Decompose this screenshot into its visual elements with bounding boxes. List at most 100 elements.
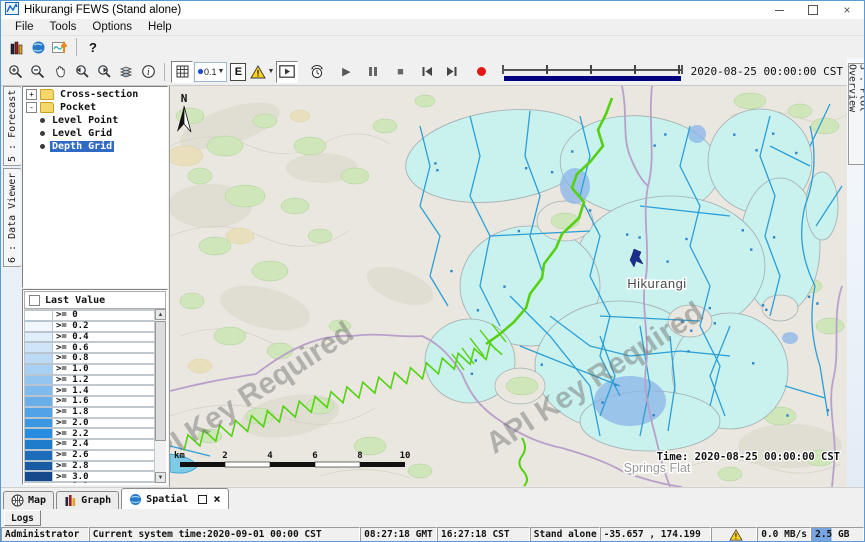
collapse-icon[interactable]: - [26, 102, 37, 113]
svg-text:2: 2 [222, 451, 227, 461]
legend-row[interactable]: >= 2.6 [24, 450, 155, 461]
legend-row[interactable]: >= 0 [24, 310, 155, 321]
logs-button[interactable]: Logs [4, 510, 41, 526]
menu-file[interactable]: File [7, 21, 42, 33]
map-globe-icon [11, 494, 24, 507]
legend-row[interactable]: >= 0.6 [24, 342, 155, 353]
folder-icon [40, 102, 54, 113]
tab-map[interactable]: Map [3, 491, 54, 509]
legend-row[interactable]: >= 0.8 [24, 353, 155, 364]
help-icon[interactable]: ? [83, 37, 103, 57]
menu-tools[interactable]: Tools [42, 21, 85, 33]
zoom-in-icon[interactable] [6, 62, 26, 82]
info-icon[interactable]: i [138, 62, 158, 82]
tab-plot-overview[interactable]: 3 : Plot Overview [848, 63, 865, 165]
data-viewer-panel: + Cross-section - Pocket Level Point Lev… [21, 86, 169, 487]
timeline-range-bar[interactable] [504, 76, 680, 81]
zoom-next-icon[interactable] [94, 62, 114, 82]
play-icon[interactable]: ▶ [336, 62, 356, 82]
warning-icon[interactable]: ! ▼ [250, 62, 274, 82]
time-control-icon[interactable] [307, 62, 327, 82]
layers-icon[interactable] [116, 62, 136, 82]
legend-row[interactable]: >= 1.8 [24, 407, 155, 418]
title-bar: Hikurangi FEWS (Stand alone) × [1, 1, 864, 20]
tab-graph[interactable]: Graph [56, 491, 119, 509]
legend-row[interactable]: >= 0.4 [24, 332, 155, 343]
legend-row[interactable]: >= 1.6 [24, 396, 155, 407]
zoom-out-icon[interactable] [28, 62, 48, 82]
legend-icon[interactable]: E [228, 62, 248, 82]
globe-icon[interactable] [28, 37, 48, 57]
zoom-previous-icon[interactable] [72, 62, 92, 82]
tree-item-level-point[interactable]: Level Point [26, 114, 167, 126]
close-button[interactable]: × [830, 1, 864, 19]
label-springs-flat: Springs Flat [624, 461, 691, 475]
graph-bars-icon [64, 494, 77, 507]
status-local-time: 16:27:18 CST [437, 527, 530, 542]
svg-text:!: ! [257, 68, 260, 78]
legend-row[interactable]: >= 3.0 [24, 471, 155, 482]
map-time-label: Time: 2020-08-25 00:00:00 CST [657, 451, 840, 463]
app-icon [5, 2, 19, 18]
spatial-display-icon[interactable] [50, 37, 70, 57]
status-system-time: Current system time:2020-09-01 00:00 CST [89, 527, 360, 542]
grid-icon[interactable] [171, 61, 193, 83]
legend-row[interactable]: >= 1.2 [24, 375, 155, 386]
timeline-slider[interactable] [502, 62, 682, 82]
left-tab-strip: 5 : Forecast 6 : Data Viewer [1, 86, 21, 487]
right-tab-strip: 3 : Plot Overview [847, 58, 865, 487]
legend-row[interactable]: >= 3.2 [24, 482, 155, 483]
contour-label-icon[interactable]: 0.1 ▼ [194, 62, 227, 82]
legend-list: >= 0 >= 0.2 >= 0.4 >= 0.6 >= 0.8 >= 1.0 … [24, 309, 155, 483]
menu-help[interactable]: Help [140, 21, 180, 33]
legend-row[interactable]: >= 2.0 [24, 418, 155, 429]
scroll-up-icon[interactable]: ▲ [155, 309, 166, 320]
svg-text:i: i [147, 68, 150, 78]
status-network-speed: 0.0 MB/s [757, 527, 811, 542]
menu-options[interactable]: Options [84, 21, 140, 33]
svg-text:km: km [174, 451, 185, 461]
legend-row[interactable]: >= 1.0 [24, 364, 155, 375]
folder-icon [40, 89, 54, 100]
maximize-button[interactable] [796, 1, 830, 19]
expand-icon[interactable]: + [26, 89, 37, 100]
chevron-down-icon: ▼ [267, 68, 274, 75]
tree-item-depth-grid[interactable]: Depth Grid [26, 140, 167, 152]
pause-icon[interactable] [363, 62, 383, 82]
legend-scrollbar[interactable]: ▲ ▼ [155, 309, 166, 483]
animation-icon[interactable] [276, 61, 298, 83]
record-icon[interactable] [471, 62, 491, 82]
tree-item-level-grid[interactable]: Level Grid [26, 127, 167, 139]
tab-spatial[interactable]: Spatial × [121, 488, 228, 509]
logs-row: Logs [1, 509, 864, 526]
legend-row[interactable]: >= 2.2 [24, 428, 155, 439]
map-canvas: API Key Required API Key Required N km 2… [170, 86, 847, 487]
legend-row[interactable]: >= 0.2 [24, 321, 155, 332]
timeline-date: 2020-08-25 00:00:00 CST [691, 65, 843, 78]
database-icon[interactable] [6, 37, 26, 57]
minimize-button[interactable] [762, 1, 796, 19]
last-value-toggle[interactable]: Last Value [24, 291, 166, 309]
tab-forecast[interactable]: 5 : Forecast [3, 86, 22, 166]
tree-item-cross-section[interactable]: + Cross-section [26, 88, 167, 100]
last-frame-icon[interactable] [442, 62, 462, 82]
first-frame-icon[interactable] [417, 62, 437, 82]
map-viewport[interactable]: API Key Required API Key Required N km 2… [169, 86, 847, 487]
svg-text:API Key Required: API Key Required [170, 316, 359, 481]
legend-row[interactable]: >= 2.8 [24, 461, 155, 472]
pan-icon[interactable] [50, 62, 70, 82]
checkbox-icon[interactable] [29, 295, 40, 306]
status-warning-icon[interactable]: ! [711, 527, 757, 542]
bottom-tab-bar: Map Graph Spatial × [1, 487, 864, 509]
label-hikurangi: Hikurangi [627, 276, 686, 291]
stop-icon[interactable]: ■ [390, 62, 410, 82]
legend-row[interactable]: >= 2.4 [24, 439, 155, 450]
scrollbar-thumb[interactable] [155, 321, 166, 441]
tree-item-pocket[interactable]: - Pocket [26, 101, 167, 113]
scroll-down-icon[interactable]: ▼ [155, 472, 166, 483]
maximize-panel-icon[interactable] [198, 495, 207, 504]
close-panel-icon[interactable]: × [213, 492, 220, 506]
tab-data-viewer[interactable]: 6 : Data Viewer [3, 168, 22, 267]
legend-row[interactable]: >= 1.4 [24, 385, 155, 396]
status-gmt-time: 08:27:18 GMT [360, 527, 437, 542]
